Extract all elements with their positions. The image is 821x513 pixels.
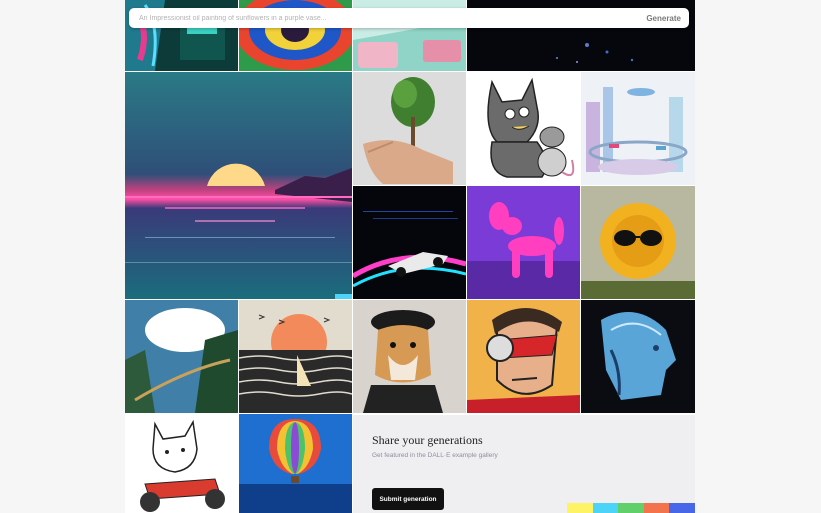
gallery-image-cat-motorbike[interactable] xyxy=(125,414,238,513)
submit-generation-button[interactable]: Submit generation xyxy=(372,488,444,510)
gallery-image-stormy-cliffs[interactable] xyxy=(125,300,238,413)
color-strip-cyan xyxy=(592,503,619,513)
gallery-image-hot-air-balloon[interactable] xyxy=(239,414,352,513)
gallery-image-shiba-beret[interactable] xyxy=(353,300,466,413)
prompt-input[interactable] xyxy=(139,14,599,22)
gallery-image-hand-tree[interactable] xyxy=(353,72,466,185)
gallery-image-sunflower-sunglasses[interactable] xyxy=(581,186,695,299)
gallery-image-sunset-ocean[interactable] xyxy=(125,72,352,299)
share-subtitle: Get featured in the DALL·E example galle… xyxy=(372,452,498,459)
image-gallery: Share your generations Get featured in t… xyxy=(125,0,695,513)
prompt-bar: Generate xyxy=(129,8,689,28)
gallery-image-comic-hero[interactable] xyxy=(467,300,580,413)
gallery-image-balloon-dog[interactable] xyxy=(467,186,580,299)
color-strip-orange xyxy=(643,503,670,513)
share-generations-panel: Share your generations Get featured in t… xyxy=(353,415,695,513)
color-strip-yellow xyxy=(567,503,593,513)
gallery-image-sailboat-waves[interactable] xyxy=(239,300,352,413)
generate-button[interactable]: Generate xyxy=(646,14,681,23)
color-strip-blue xyxy=(669,503,695,513)
gallery-image-futuristic-city[interactable] xyxy=(581,72,695,185)
page: Share your generations Get featured in t… xyxy=(0,0,821,513)
gallery-image-blue-head[interactable] xyxy=(581,300,695,413)
share-title: Share your generations xyxy=(372,433,483,447)
color-strip xyxy=(567,503,695,513)
color-strip-green xyxy=(618,503,644,513)
gallery-image-cartoon-cat-mouse[interactable] xyxy=(467,72,580,185)
gallery-image-neon-racecar[interactable] xyxy=(353,186,466,299)
